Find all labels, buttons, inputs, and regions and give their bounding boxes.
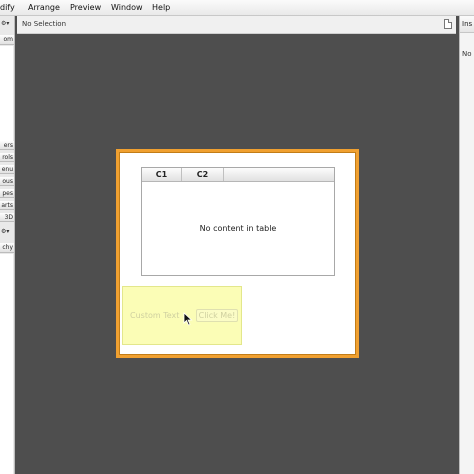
column-header-c2[interactable]: C2 — [182, 168, 224, 181]
custom-text-label[interactable]: Custom Text — [130, 311, 179, 320]
table-placeholder: No content in table — [199, 223, 277, 233]
hierarchy-tree — [0, 254, 13, 474]
category-miscellaneous[interactable]: ous — [0, 177, 14, 186]
library-list — [0, 46, 13, 141]
category-controls[interactable]: rols — [0, 153, 14, 162]
category-containers[interactable]: ers — [0, 141, 14, 150]
category-charts[interactable]: arts — [0, 201, 14, 210]
category-shapes[interactable]: pes — [0, 189, 14, 198]
menu-help[interactable]: Help — [152, 0, 170, 15]
inspector-panel: Ins No — [459, 16, 474, 474]
selection-toolbar: No Selection — [17, 16, 456, 34]
hierarchy-label[interactable]: chy — [0, 243, 14, 253]
menu-modify[interactable]: dify — [0, 0, 15, 15]
menu-preview[interactable]: Preview — [70, 0, 101, 15]
inspector-title[interactable]: Ins — [460, 16, 474, 33]
selection-status: No Selection — [22, 20, 67, 28]
selected-hbox[interactable]: Custom Text Click Me! — [122, 286, 242, 345]
click-me-button[interactable]: Click Me! — [196, 309, 238, 322]
design-stage[interactable]: C1 C2 No content in table Custom Text Cl… — [116, 149, 359, 358]
menu-arrange[interactable]: Arrange — [28, 0, 60, 15]
document-icon[interactable] — [444, 19, 452, 29]
gear-menu-top[interactable]: ⚙▾ — [1, 20, 9, 27]
left-panel: ⚙▾ om ers rols enu ous pes arts 3D ⚙▾ ch… — [0, 16, 15, 474]
table-header: C1 C2 — [142, 168, 334, 182]
category-menu[interactable]: enu — [0, 165, 14, 174]
table-view[interactable]: C1 C2 No content in table — [141, 167, 335, 276]
gear-menu-mid[interactable]: ⚙▾ — [1, 228, 9, 235]
column-header-c1[interactable]: C1 — [142, 168, 182, 181]
library-search-field[interactable]: om — [0, 35, 14, 45]
menu-window[interactable]: Window — [111, 0, 143, 15]
inspector-status: No — [462, 50, 472, 58]
category-3d[interactable]: 3D — [0, 213, 14, 222]
menu-bar: dify Arrange Preview Window Help — [0, 0, 474, 16]
mouse-pointer-icon — [183, 312, 193, 326]
